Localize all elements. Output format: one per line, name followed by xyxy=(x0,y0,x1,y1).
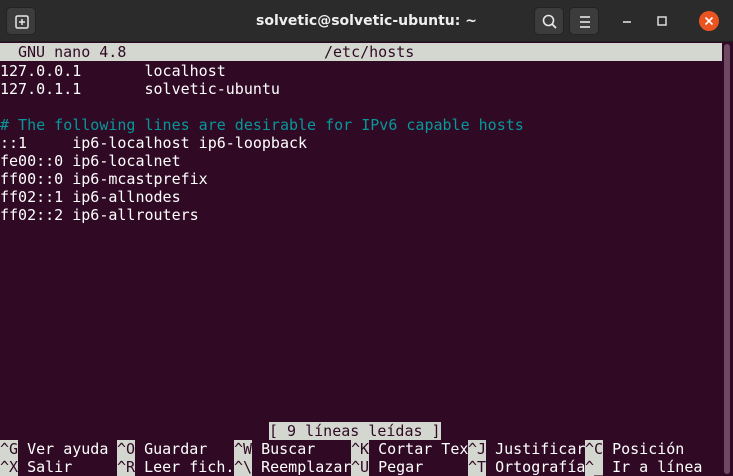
file-line: 127.0.1.1 solvetic-ubuntu xyxy=(0,80,280,98)
shortcut-key: ^K xyxy=(351,440,370,458)
terminal-content[interactable]: GNU nano 4.8 /etc/hosts 127.0.0.1 localh… xyxy=(0,42,722,476)
window-title: solvetic@solvetic-ubuntu: ~ xyxy=(256,13,477,29)
shortcut-label: Ver ayuda xyxy=(18,440,109,458)
shortcut-paste[interactable]: ^U Pegar xyxy=(351,458,423,476)
shortcut-replace[interactable]: ^\ Reemplazar xyxy=(234,458,351,476)
shortcut-help[interactable]: ^G Ver ayuda xyxy=(0,440,108,458)
shortcut-cut[interactable]: ^K Cortar Tex xyxy=(351,440,468,458)
nano-filename: /etc/hosts xyxy=(324,43,415,61)
shortcut-key: ^R xyxy=(117,458,136,476)
file-line: ff02::2 ip6-allrouters xyxy=(0,206,199,224)
shortcut-label: Buscar xyxy=(252,440,316,458)
search-icon xyxy=(542,14,557,29)
file-line: 127.0.0.1 localhost xyxy=(0,62,226,80)
shortcut-label: Ir a línea xyxy=(603,458,703,476)
close-icon xyxy=(704,16,714,26)
shortcut-key: ^T xyxy=(468,458,487,476)
shortcut-label: Salir xyxy=(18,458,73,476)
shortcut-read-file[interactable]: ^R Leer fich. xyxy=(117,458,234,476)
shortcut-exit[interactable]: ^X Salir xyxy=(0,458,72,476)
shortcut-goto-line[interactable]: ^_ Ir a línea xyxy=(585,458,702,476)
shortcut-label: Leer fich. xyxy=(135,458,235,476)
shortcut-label: Posición xyxy=(603,440,685,458)
file-line: ff02::1 ip6-allnodes xyxy=(0,188,181,206)
new-tab-icon xyxy=(15,15,29,29)
title-bar: solvetic@solvetic-ubuntu: ~ xyxy=(0,0,733,42)
nano-version: GNU nano 4.8 xyxy=(18,43,127,61)
file-line-comment: # The following lines are desirable for … xyxy=(0,116,524,134)
search-button[interactable] xyxy=(534,7,564,35)
shortcut-key: ^X xyxy=(0,458,19,476)
shortcut-key: ^U xyxy=(351,458,370,476)
shortcut-save[interactable]: ^O Guardar xyxy=(117,440,207,458)
terminal-window: solvetic@solvetic-ubuntu: ~ GNU nano 4.8… xyxy=(0,0,733,476)
minimize-button[interactable] xyxy=(617,11,637,31)
shortcut-key: ^W xyxy=(234,440,253,458)
shortcut-key: ^O xyxy=(117,440,136,458)
file-line: fe00::0 ip6-localnet xyxy=(0,152,181,170)
shortcut-label: Pegar xyxy=(369,458,424,476)
shortcut-key: ^J xyxy=(468,440,487,458)
file-line: ::1 ip6-localhost ip6-loopback xyxy=(0,134,308,152)
maximize-icon xyxy=(657,16,667,26)
shortcut-label: Guardar xyxy=(135,440,208,458)
maximize-button[interactable] xyxy=(652,11,672,31)
shortcut-key: ^_ xyxy=(585,458,604,476)
minimize-icon xyxy=(623,21,631,23)
shortcut-label: Ortografía xyxy=(486,458,586,476)
shortcut-label: Justificar xyxy=(486,440,586,458)
shortcut-search[interactable]: ^W Buscar xyxy=(234,440,315,458)
shortcut-bar-row-2: ^X Salir ^R Leer fich. ^\ Reemplazar ^U … xyxy=(0,458,722,476)
status-message: [ 9 líneas leídas ] xyxy=(269,422,441,440)
close-button[interactable] xyxy=(699,11,719,31)
shortcut-key: ^\ xyxy=(234,458,253,476)
menu-button[interactable] xyxy=(569,7,599,35)
nano-header-bar: GNU nano 4.8 /etc/hosts xyxy=(0,43,722,61)
shortcut-bar-row-1: ^G Ver ayuda ^O Guardar ^W Buscar ^K Cor… xyxy=(0,440,722,458)
scrollbar[interactable] xyxy=(722,42,733,476)
hamburger-menu-icon xyxy=(580,16,590,28)
shortcut-position[interactable]: ^C Posición xyxy=(585,440,684,458)
shortcut-label: Reemplazar xyxy=(252,458,352,476)
file-line: ff00::0 ip6-mcastprefix xyxy=(0,170,208,188)
scrollbar-thumb[interactable] xyxy=(724,44,730,474)
shortcut-label: Cortar Tex xyxy=(369,440,469,458)
shortcut-justify[interactable]: ^J Justificar xyxy=(468,440,585,458)
shortcut-spell[interactable]: ^T Ortografía xyxy=(468,458,585,476)
shortcut-key: ^G xyxy=(0,440,19,458)
shortcut-key: ^C xyxy=(585,440,604,458)
new-tab-button[interactable] xyxy=(6,7,36,35)
